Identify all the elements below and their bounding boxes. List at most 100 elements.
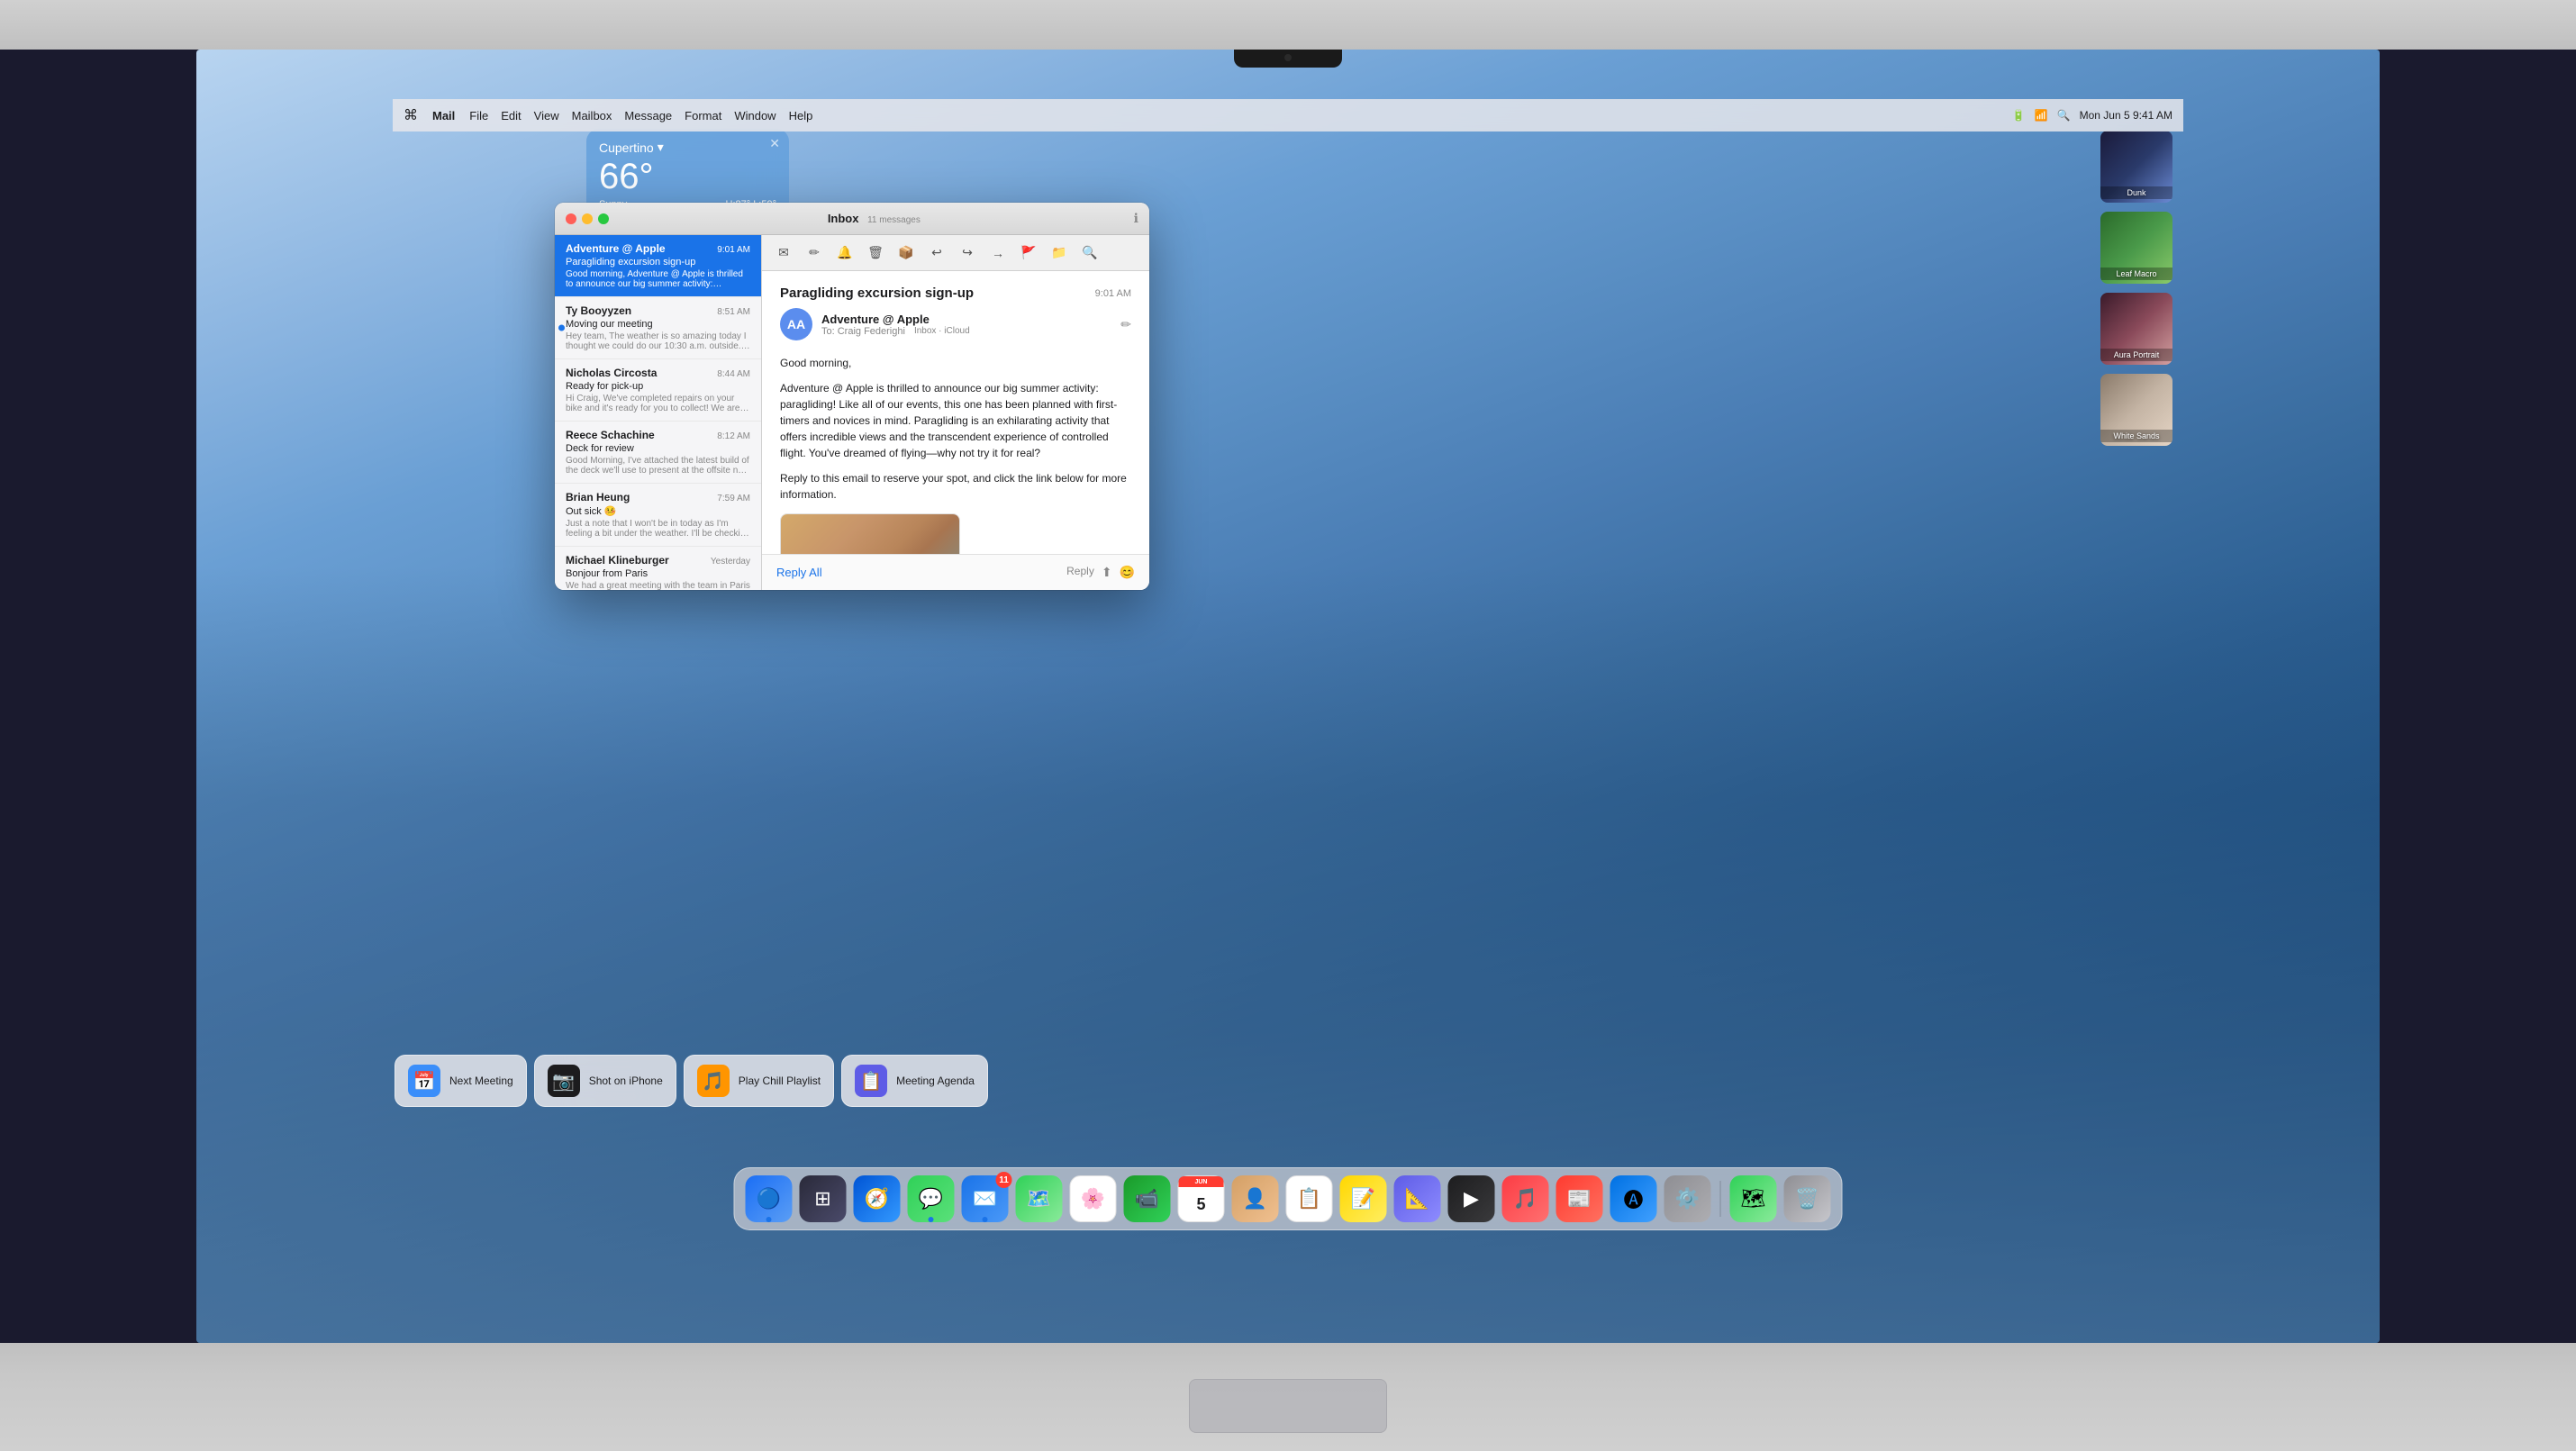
trash-button[interactable]: 🗑	[863, 240, 888, 266]
dock-facetime[interactable]: 📹	[1122, 1174, 1173, 1224]
dock-music[interactable]: 🎵	[1501, 1174, 1551, 1224]
quick-action-next-meeting[interactable]: 📅 Next Meeting	[395, 1055, 527, 1107]
weather-city: Cupertino ▾	[599, 140, 776, 155]
laptop-body: ⌘ Mail File Edit View Mailbox Message Fo…	[0, 0, 2576, 1451]
mail-badge: 11	[996, 1172, 1012, 1188]
window-minimize-button[interactable]	[582, 213, 593, 224]
dock-finder[interactable]: 🔵	[744, 1174, 794, 1224]
window-close-button[interactable]	[566, 213, 576, 224]
reply-back-button[interactable]: ↩	[924, 240, 949, 266]
menu-edit[interactable]: Edit	[501, 109, 521, 122]
wallpaper-label-sands: White Sands	[2100, 430, 2172, 442]
dock-trash[interactable]: 🗑️	[1782, 1174, 1833, 1224]
wallpaper-thumb-aura[interactable]: Aura Portrait	[2100, 293, 2172, 365]
trackpad[interactable]	[1189, 1379, 1387, 1433]
archive-button[interactable]: 📦	[893, 240, 919, 266]
mail-subject-6: Bonjour from Paris	[566, 568, 750, 579]
wifi-icon: 📶	[2035, 109, 2048, 122]
mail-item-ty[interactable]: Ty Booyyzen 8:51 AM Moving our meeting H…	[555, 297, 761, 359]
reply-forward-button[interactable]: ↪	[955, 240, 980, 266]
search-toolbar-button[interactable]: 🔍	[1077, 240, 1102, 266]
mail-preview-5: Just a note that I won't be in today as …	[566, 519, 750, 539]
menu-window[interactable]: Window	[734, 109, 776, 122]
dock-system-prefs[interactable]: ⚙️	[1663, 1174, 1713, 1224]
mail-subject-5: Out sick 🤒	[566, 505, 750, 517]
weather-close-button[interactable]: ✕	[769, 136, 780, 151]
mail-item-brian[interactable]: Brian Heung 7:59 AM Out sick 🤒 Just a no…	[555, 484, 761, 547]
reply-emoji-button[interactable]: 😊	[1120, 565, 1135, 580]
compose-button[interactable]: ✉	[771, 240, 796, 266]
mail-detail-to: To: Craig Federighi	[821, 326, 905, 337]
mail-time-1: 9:01 AM	[717, 245, 750, 255]
dock-messages[interactable]: 💬	[906, 1174, 957, 1224]
wallpaper-thumb-sands[interactable]: White Sands	[2100, 374, 2172, 446]
camera-icon: 📷	[548, 1065, 580, 1097]
mail-detail-inbox-tag: Inbox · iCloud	[914, 326, 970, 337]
dock-appstore[interactable]: 🅐	[1609, 1174, 1659, 1224]
dock-news[interactable]: 📰	[1555, 1174, 1605, 1224]
mail-window-content: Adventure @ Apple 9:01 AM Paragliding ex…	[555, 235, 1149, 590]
menu-help[interactable]: Help	[789, 109, 813, 122]
mail-time-3: 8:44 AM	[717, 369, 750, 379]
mail-image-card[interactable]: Learn to fly | High Wind Paragliding | F…	[780, 513, 960, 554]
menu-app-name[interactable]: Mail	[432, 109, 455, 122]
mail-item-adventure[interactable]: Adventure @ Apple 9:01 AM Paragliding ex…	[555, 235, 761, 297]
menu-format[interactable]: Format	[685, 109, 721, 122]
mail-item-nicholas[interactable]: Nicholas Circosta 8:44 AM Ready for pick…	[555, 359, 761, 422]
menu-file[interactable]: File	[469, 109, 488, 122]
reminder-button[interactable]: 🔔	[832, 240, 857, 266]
wallpaper-thumb-dunk[interactable]: Dunk	[2100, 131, 2172, 203]
apple-menu-icon[interactable]: ⌘	[404, 106, 418, 124]
dock-contacts[interactable]: 👤	[1230, 1174, 1281, 1224]
battery-icon: 🔋	[2012, 109, 2026, 122]
dock-photos[interactable]: 🌸	[1068, 1174, 1119, 1224]
quick-action-label-meeting: Next Meeting	[449, 1075, 513, 1087]
dock-launchpad[interactable]: ⊞	[798, 1174, 848, 1224]
menu-view[interactable]: View	[534, 109, 559, 122]
dock-appletv[interactable]: ▶	[1447, 1174, 1497, 1224]
search-icon[interactable]: 🔍	[2057, 109, 2071, 122]
wallpaper-panel: Dunk Leaf Macro Aura Portrait White Sand…	[2100, 131, 2172, 446]
quick-action-playlist[interactable]: 🎵 Play Chill Playlist	[684, 1055, 834, 1107]
dock-mail[interactable]: ✉️ 11	[960, 1174, 1011, 1224]
wallpaper-label-leaf: Leaf Macro	[2100, 268, 2172, 280]
mail-preview-4: Good Morning, I've attached the latest b…	[566, 456, 750, 476]
mail-detail-sender-name: Adventure @ Apple	[821, 313, 1111, 326]
music-icon: 🎵	[697, 1065, 730, 1097]
dock-calendar[interactable]: JUN 5	[1176, 1174, 1227, 1224]
mail-body1: Adventure @ Apple is thrilled to announc…	[780, 380, 1131, 461]
pencil-button[interactable]: ✏	[802, 240, 827, 266]
mail-edit-button[interactable]: ✏	[1120, 317, 1131, 332]
reply-expand-button[interactable]: ⬆	[1102, 565, 1112, 580]
mail-sender-6: Michael Klineburger	[566, 554, 669, 567]
dock-safari[interactable]: 🧭	[852, 1174, 903, 1224]
dock-notes[interactable]: 📝	[1338, 1174, 1389, 1224]
reply-all-button[interactable]: Reply All	[776, 566, 822, 579]
dock-reminders[interactable]: 📋	[1284, 1174, 1335, 1224]
dock: 🔵 ⊞ 🧭 💬	[734, 1167, 1843, 1230]
datetime-display: Mon Jun 5 9:41 AM	[2080, 109, 2172, 122]
desktop: ⌘ Mail File Edit View Mailbox Message Fo…	[196, 50, 2380, 1343]
dock-freeform[interactable]: 📐	[1392, 1174, 1443, 1224]
quick-action-shot-iphone[interactable]: 📷 Shot on iPhone	[534, 1055, 676, 1107]
mail-info-button[interactable]: ℹ	[1134, 211, 1138, 226]
wallpaper-thumb-leaf[interactable]: Leaf Macro	[2100, 212, 2172, 284]
flag-button[interactable]: 🚩	[1016, 240, 1041, 266]
quick-action-label-agenda: Meeting Agenda	[896, 1075, 975, 1087]
mail-item-reece[interactable]: Reece Schachine 8:12 AM Deck for review …	[555, 422, 761, 484]
mail-detail-time: 9:01 AM	[1095, 288, 1131, 299]
window-maximize-button[interactable]	[598, 213, 609, 224]
quick-action-agenda[interactable]: 📋 Meeting Agenda	[841, 1055, 988, 1107]
menu-message[interactable]: Message	[624, 109, 672, 122]
quick-actions-row: 📅 Next Meeting 📷 Shot on iPhone 🎵 Play C…	[395, 1055, 988, 1107]
reply-button[interactable]: Reply	[1066, 565, 1094, 580]
dock-maps2[interactable]: 🗺	[1728, 1174, 1779, 1224]
dock-maps[interactable]: 🗺️	[1014, 1174, 1065, 1224]
move-button[interactable]: 📁	[1047, 240, 1072, 266]
forward-button[interactable]: →	[985, 240, 1011, 266]
mail-detail-from: AA Adventure @ Apple To: Craig Federighi…	[780, 308, 1131, 340]
mail-detail-body-area: Paragliding excursion sign-up 9:01 AM AA…	[762, 271, 1149, 554]
mail-image	[781, 514, 960, 554]
menu-mailbox[interactable]: Mailbox	[572, 109, 612, 122]
mail-item-michael[interactable]: Michael Klineburger Yesterday Bonjour fr…	[555, 547, 761, 590]
